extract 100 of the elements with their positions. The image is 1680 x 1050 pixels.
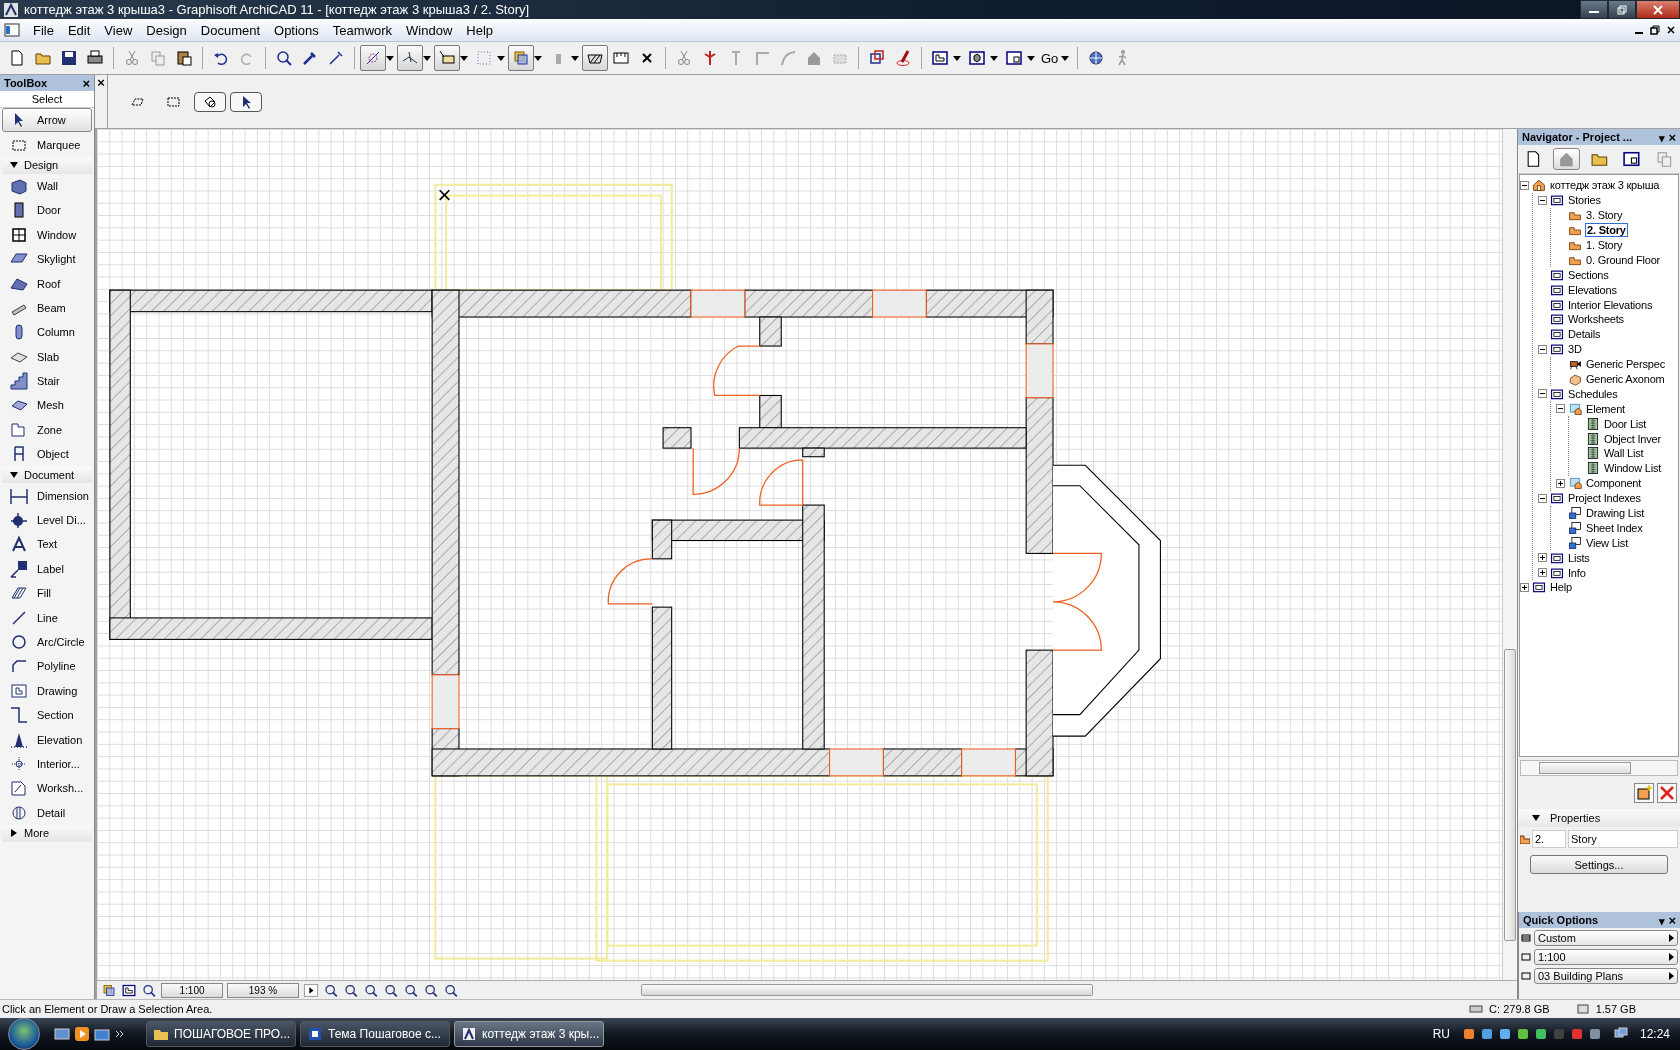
menu-item[interactable]: Window [399, 20, 460, 40]
tree-item[interactable]: коттедж этаж 3 крыша [1549, 179, 1661, 192]
clock[interactable]: 12:24 [1639, 1027, 1670, 1041]
menu-item[interactable]: View [97, 20, 140, 40]
taskbar-button[interactable]: Тема Пошаговое с... [300, 1021, 450, 1047]
tree-item[interactable]: View List [1585, 536, 1630, 549]
tree-item[interactable]: 3. Story [1585, 209, 1624, 222]
tool-button[interactable]: Section [2, 703, 92, 728]
tree-item[interactable]: Lists [1567, 551, 1591, 564]
number-field[interactable]: 2. [1532, 830, 1566, 848]
tree-item[interactable]: Sections [1567, 268, 1610, 281]
tree-item[interactable]: 0. Ground Floor [1585, 253, 1662, 266]
tree-item[interactable]: 1. Story [1585, 239, 1624, 251]
tool-button[interactable]: Arc/Circle [2, 629, 92, 655]
tree-item[interactable]: 3D [1567, 343, 1583, 356]
go-menu[interactable]: Go [1038, 48, 1062, 68]
panel-title: ToolBox [4, 77, 48, 89]
dropdown[interactable]: 1:100 [1534, 949, 1678, 965]
section-header: Select [0, 91, 94, 108]
tool-button[interactable]: Detail [2, 800, 92, 825]
group-header[interactable]: Design [2, 156, 92, 174]
tree-item[interactable]: Generic Perspec [1585, 358, 1666, 371]
dropdown[interactable]: Custom [1534, 930, 1678, 946]
scale-field[interactable]: 1:100 [161, 982, 223, 998]
tool-button[interactable]: Worksh... [2, 776, 92, 801]
tool-button[interactable]: Elevation [2, 727, 92, 752]
close-button[interactable]: × [97, 75, 105, 90]
tool-button[interactable]: Object [2, 442, 92, 467]
group-header[interactable]: More [2, 824, 92, 842]
tree-item[interactable]: Element [1585, 402, 1626, 415]
menu-item[interactable]: Help [459, 20, 501, 40]
status-message: Click an Element or Draw a Selection Area. [2, 1003, 214, 1015]
tool-button[interactable]: Marquee [2, 132, 92, 157]
menu-item[interactable]: Teamwork [325, 20, 400, 40]
group-label: More [24, 827, 50, 840]
tool-button[interactable]: Drawing [2, 678, 92, 703]
tree-item[interactable]: Object Inver [1603, 432, 1662, 445]
section-header: Properties [1550, 812, 1601, 824]
tool-button[interactable]: Mesh [2, 393, 92, 418]
tree-item[interactable]: Info [1567, 566, 1587, 579]
tool-button[interactable]: Level Di... [2, 507, 92, 533]
tree-item[interactable]: Component [1585, 477, 1643, 490]
tool-button[interactable]: Beam [2, 295, 92, 321]
group-label: Design [24, 159, 59, 172]
tree-item[interactable]: Wall List [1603, 447, 1645, 460]
tool-button[interactable]: Roof [2, 271, 92, 296]
panel-title: Navigator - Project ... [1522, 131, 1633, 143]
tree-item[interactable]: Elevations [1567, 283, 1618, 296]
tool-button[interactable]: Line [2, 605, 92, 630]
close-button[interactable]: × [1668, 129, 1676, 145]
tool-button[interactable]: Dimension [2, 483, 92, 508]
tool-button[interactable]: Stair [2, 368, 92, 394]
tree-item[interactable]: Project Indexes [1567, 492, 1642, 505]
tool-button[interactable]: Skylight [2, 246, 92, 272]
tool-button[interactable]: Label [2, 556, 92, 582]
tree-item[interactable]: Interior Elevations [1567, 298, 1654, 311]
menu-item[interactable]: Options [267, 20, 326, 40]
tree-item[interactable]: 2. Story [1585, 223, 1628, 238]
panel-menu-button[interactable]: ▾ [1659, 914, 1666, 927]
tree-item[interactable]: Window List [1603, 462, 1663, 475]
taskbar-button[interactable]: коттедж этаж 3 кры... [454, 1021, 604, 1047]
tree-item[interactable]: Schedules [1567, 387, 1619, 400]
tool-button[interactable]: Window [2, 222, 92, 247]
menu-item[interactable]: Edit [60, 20, 98, 40]
dropdown[interactable]: 03 Building Plans [1534, 968, 1678, 984]
tool-button[interactable]: Door [2, 198, 92, 223]
tool-button[interactable]: Fill [2, 581, 92, 606]
tree-item[interactable]: Drawing List [1585, 507, 1646, 520]
panel-menu-button[interactable]: ▾ [1659, 131, 1666, 144]
tree-item[interactable]: Door List [1603, 417, 1648, 430]
tool-button[interactable]: Slab [2, 344, 92, 369]
tree-item[interactable]: Generic Axonom [1585, 373, 1666, 385]
panel-title: Quick Options [1523, 914, 1599, 926]
tree-item[interactable]: Details [1567, 328, 1602, 341]
group-label: Document [24, 468, 75, 481]
disk-space: C: 279.8 GB [1489, 1003, 1550, 1015]
tree-item[interactable]: Help [1549, 581, 1573, 594]
menu-item[interactable]: Design [139, 20, 194, 40]
language-indicator[interactable]: RU [1432, 1027, 1450, 1041]
memory-usage: 1.57 GB [1595, 1003, 1636, 1015]
close-button[interactable]: × [1668, 912, 1676, 928]
settings-button[interactable]: Settings... [1530, 855, 1668, 874]
tool-button[interactable]: Text [2, 532, 92, 557]
tool-button[interactable]: Wall [2, 173, 92, 199]
tool-button[interactable]: Zone [2, 417, 92, 443]
taskbar-button[interactable]: ПОШАГОВОЕ ПРО... [146, 1021, 296, 1047]
tool-button[interactable]: Interior... [2, 751, 92, 777]
close-button[interactable]: × [82, 75, 90, 91]
tool-button[interactable]: Polyline [2, 654, 92, 679]
menu-item[interactable]: Document [193, 20, 268, 40]
tool-button[interactable]: Column [2, 320, 92, 345]
tree-item[interactable]: Worksheets [1567, 313, 1625, 326]
tool-button[interactable]: Arrow [2, 108, 92, 133]
window-title: коттедж этаж 3 крыша3 - Graphisoft ArchiCAD 11 - [коттедж этаж 3 крыша3 / 2. Story] [24, 2, 531, 17]
group-header[interactable]: Document [2, 466, 92, 484]
menu-item[interactable]: File [26, 20, 61, 40]
tree-item[interactable]: Sheet Index [1585, 521, 1644, 534]
tree-item[interactable]: Stories [1567, 194, 1602, 207]
zoom-field[interactable]: 193 % [227, 982, 299, 998]
name-field[interactable]: Story [1568, 830, 1678, 848]
